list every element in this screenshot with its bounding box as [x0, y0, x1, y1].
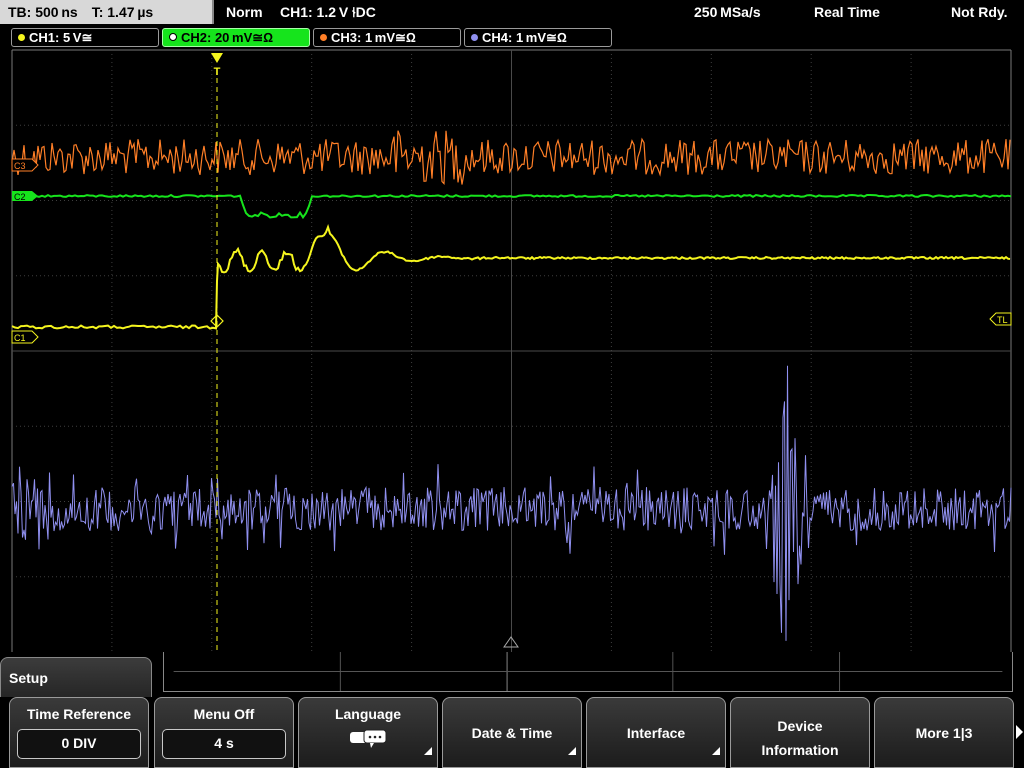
timebase-value: TB: 500 ns: [8, 4, 78, 20]
svg-text:C2: C2: [14, 192, 26, 202]
submenu-indicator-icon: [424, 747, 432, 755]
ch1-dot-icon: [18, 34, 25, 41]
submenu-indicator-icon: [712, 747, 720, 755]
waveform-display[interactable]: T C3 C2 C1 TL: [0, 49, 1024, 652]
trigger-time-value: T: 1.47 µs: [91, 4, 154, 20]
channel-tab-ch1[interactable]: CH1: 5 V≅: [11, 28, 159, 47]
time-reference-label: Time Reference: [26, 706, 131, 722]
acquisition-mode: Real Time: [814, 4, 880, 20]
channel-tab-ch2[interactable]: CH2: 20 mV≅Ω: [162, 28, 310, 47]
ch3-dot-icon: [320, 34, 327, 41]
channel-tab-ch4[interactable]: CH4: 1 mV≅Ω: [464, 28, 612, 47]
submenu-indicator-icon: [568, 747, 576, 755]
more-softkey[interactable]: More 1|3: [874, 697, 1014, 768]
timebase-box[interactable]: TB: 500 ns T: 1.47 µs: [0, 0, 214, 24]
device-info-line1: Device: [777, 718, 823, 734]
status-bar: TB: 500 ns T: 1.47 µs Norm CH1: 1.2 V ⫮DC…: [0, 0, 1024, 24]
channel-tab-ch3[interactable]: CH3: 1 mV≅Ω: [313, 28, 461, 47]
menu-off-value: 4 s: [162, 729, 286, 759]
ch2-label: CH2: 20 mV≅Ω: [181, 30, 274, 45]
sample-rate: 250 MSa/s: [694, 4, 761, 20]
grid: [11, 49, 1012, 652]
ch1-label: CH1: 5 V≅: [29, 30, 93, 45]
ch4-dot-icon: [471, 34, 478, 41]
menu-off-label: Menu Off: [193, 706, 255, 722]
svg-text:C1: C1: [14, 333, 26, 343]
interface-softkey[interactable]: Interface: [586, 697, 726, 768]
date-time-softkey[interactable]: Date & Time: [442, 697, 582, 768]
setup-menu-title: Setup: [0, 657, 152, 697]
ch4-label: CH4: 1 mV≅Ω: [482, 30, 567, 45]
trigger-status: Not Rdy.: [951, 4, 1008, 20]
chevron-right-icon[interactable]: [1015, 697, 1024, 768]
ch2-ref-marker[interactable]: C2: [12, 191, 38, 202]
trigger-level-marker[interactable]: TL: [989, 312, 1012, 326]
menu-off-softkey[interactable]: Menu Off 4 s: [154, 697, 294, 768]
device-information-softkey[interactable]: Device Information: [730, 697, 870, 768]
interface-label: Interface: [626, 725, 686, 741]
svg-text:T: T: [214, 66, 221, 78]
date-time-label: Date & Time: [471, 725, 553, 741]
speech-bubble-icon: [350, 729, 387, 748]
trigger-position-marker[interactable]: T: [211, 53, 223, 78]
time-reference-value: 0 DIV: [17, 729, 141, 759]
language-softkey[interactable]: Language: [298, 697, 438, 768]
ch3-ref-marker[interactable]: C3: [11, 158, 39, 172]
trigger-mode[interactable]: Norm: [226, 0, 263, 24]
language-label: Language: [334, 706, 402, 722]
trigger-source[interactable]: CH1: 1.2 V ⫮DC: [280, 0, 376, 24]
more-label: More 1|3: [915, 725, 973, 741]
svg-text:C3: C3: [14, 161, 26, 171]
svg-text:TL: TL: [997, 315, 1008, 325]
overview-window: [163, 652, 1013, 692]
time-reference-softkey[interactable]: Time Reference 0 DIV: [9, 697, 149, 768]
ch3-label: CH3: 1 mV≅Ω: [331, 30, 416, 45]
device-info-line2: Information: [761, 742, 839, 758]
ch1-ref-marker[interactable]: C1: [11, 330, 39, 344]
ch2-dot-icon: [169, 33, 177, 41]
